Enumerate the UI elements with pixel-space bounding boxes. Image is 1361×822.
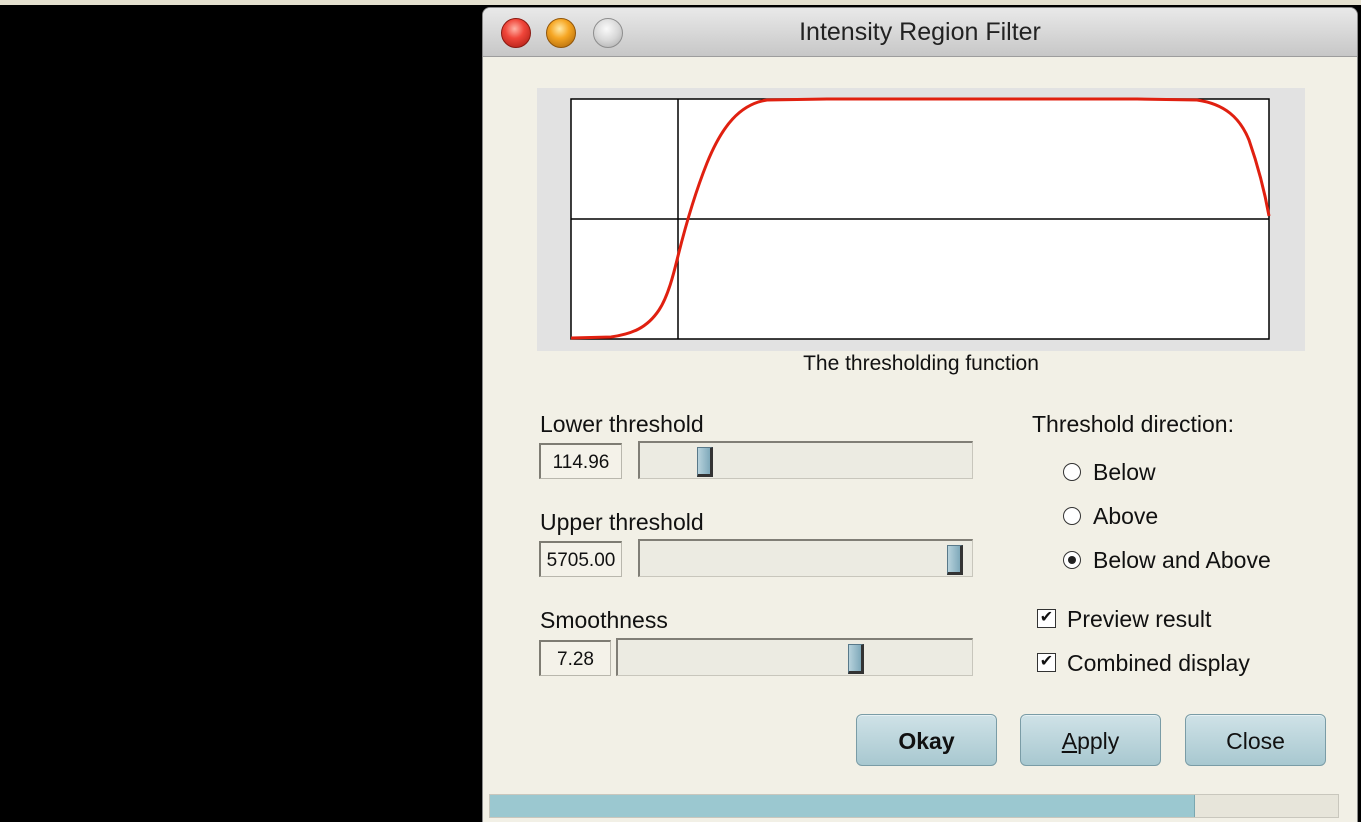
window-title: Intensity Region Filter <box>799 18 1041 46</box>
smoothness-thumb[interactable] <box>848 644 864 674</box>
threshold-plot <box>537 88 1305 351</box>
smoothness-field[interactable]: 7.28 <box>539 640 611 676</box>
close-button[interactable]: Close <box>1185 714 1326 766</box>
radio-below-and-above-label: Below and Above <box>1093 547 1271 573</box>
radio-below-label: Below <box>1093 459 1156 485</box>
radio-below-and-above-icon[interactable] <box>1063 551 1081 569</box>
threshold-direction-heading: Threshold direction: <box>1032 411 1234 437</box>
apply-button[interactable]: Apply <box>1020 714 1161 766</box>
plot-caption: The thresholding function <box>803 352 1039 375</box>
lower-threshold-field[interactable]: 114.96 <box>539 443 622 479</box>
radio-dot <box>1067 555 1076 564</box>
dialog-window: Intensity Region Filter The thresholding… <box>483 8 1357 822</box>
radio-above-icon[interactable] <box>1063 507 1081 525</box>
lower-threshold-thumb[interactable] <box>697 447 713 477</box>
title-bar[interactable]: Intensity Region Filter <box>483 8 1357 57</box>
combined-display-label: Combined display <box>1067 650 1250 676</box>
progress-bar <box>489 794 1339 818</box>
checkbox-icon[interactable]: ✔ <box>1037 653 1056 672</box>
threshold-plot-svg <box>570 97 1271 340</box>
radio-below-icon[interactable] <box>1063 463 1081 481</box>
okay-button[interactable]: Okay <box>856 714 997 766</box>
upper-threshold-label: Upper threshold <box>540 509 704 535</box>
smoothness-slider[interactable] <box>616 638 973 676</box>
preview-result-label: Preview result <box>1067 606 1212 632</box>
radio-above-label: Above <box>1093 503 1159 529</box>
upper-threshold-field[interactable]: 5705.00 <box>539 541 622 577</box>
checkbox-icon[interactable]: ✔ <box>1037 609 1056 628</box>
upper-threshold-thumb[interactable] <box>947 545 963 575</box>
desktop-strip <box>0 0 1361 5</box>
upper-threshold-slider[interactable] <box>638 539 973 577</box>
smoothness-label: Smoothness <box>540 607 668 633</box>
lower-threshold-label: Lower threshold <box>540 411 704 437</box>
progress-fill <box>490 795 1195 817</box>
lower-threshold-slider[interactable] <box>638 441 973 479</box>
